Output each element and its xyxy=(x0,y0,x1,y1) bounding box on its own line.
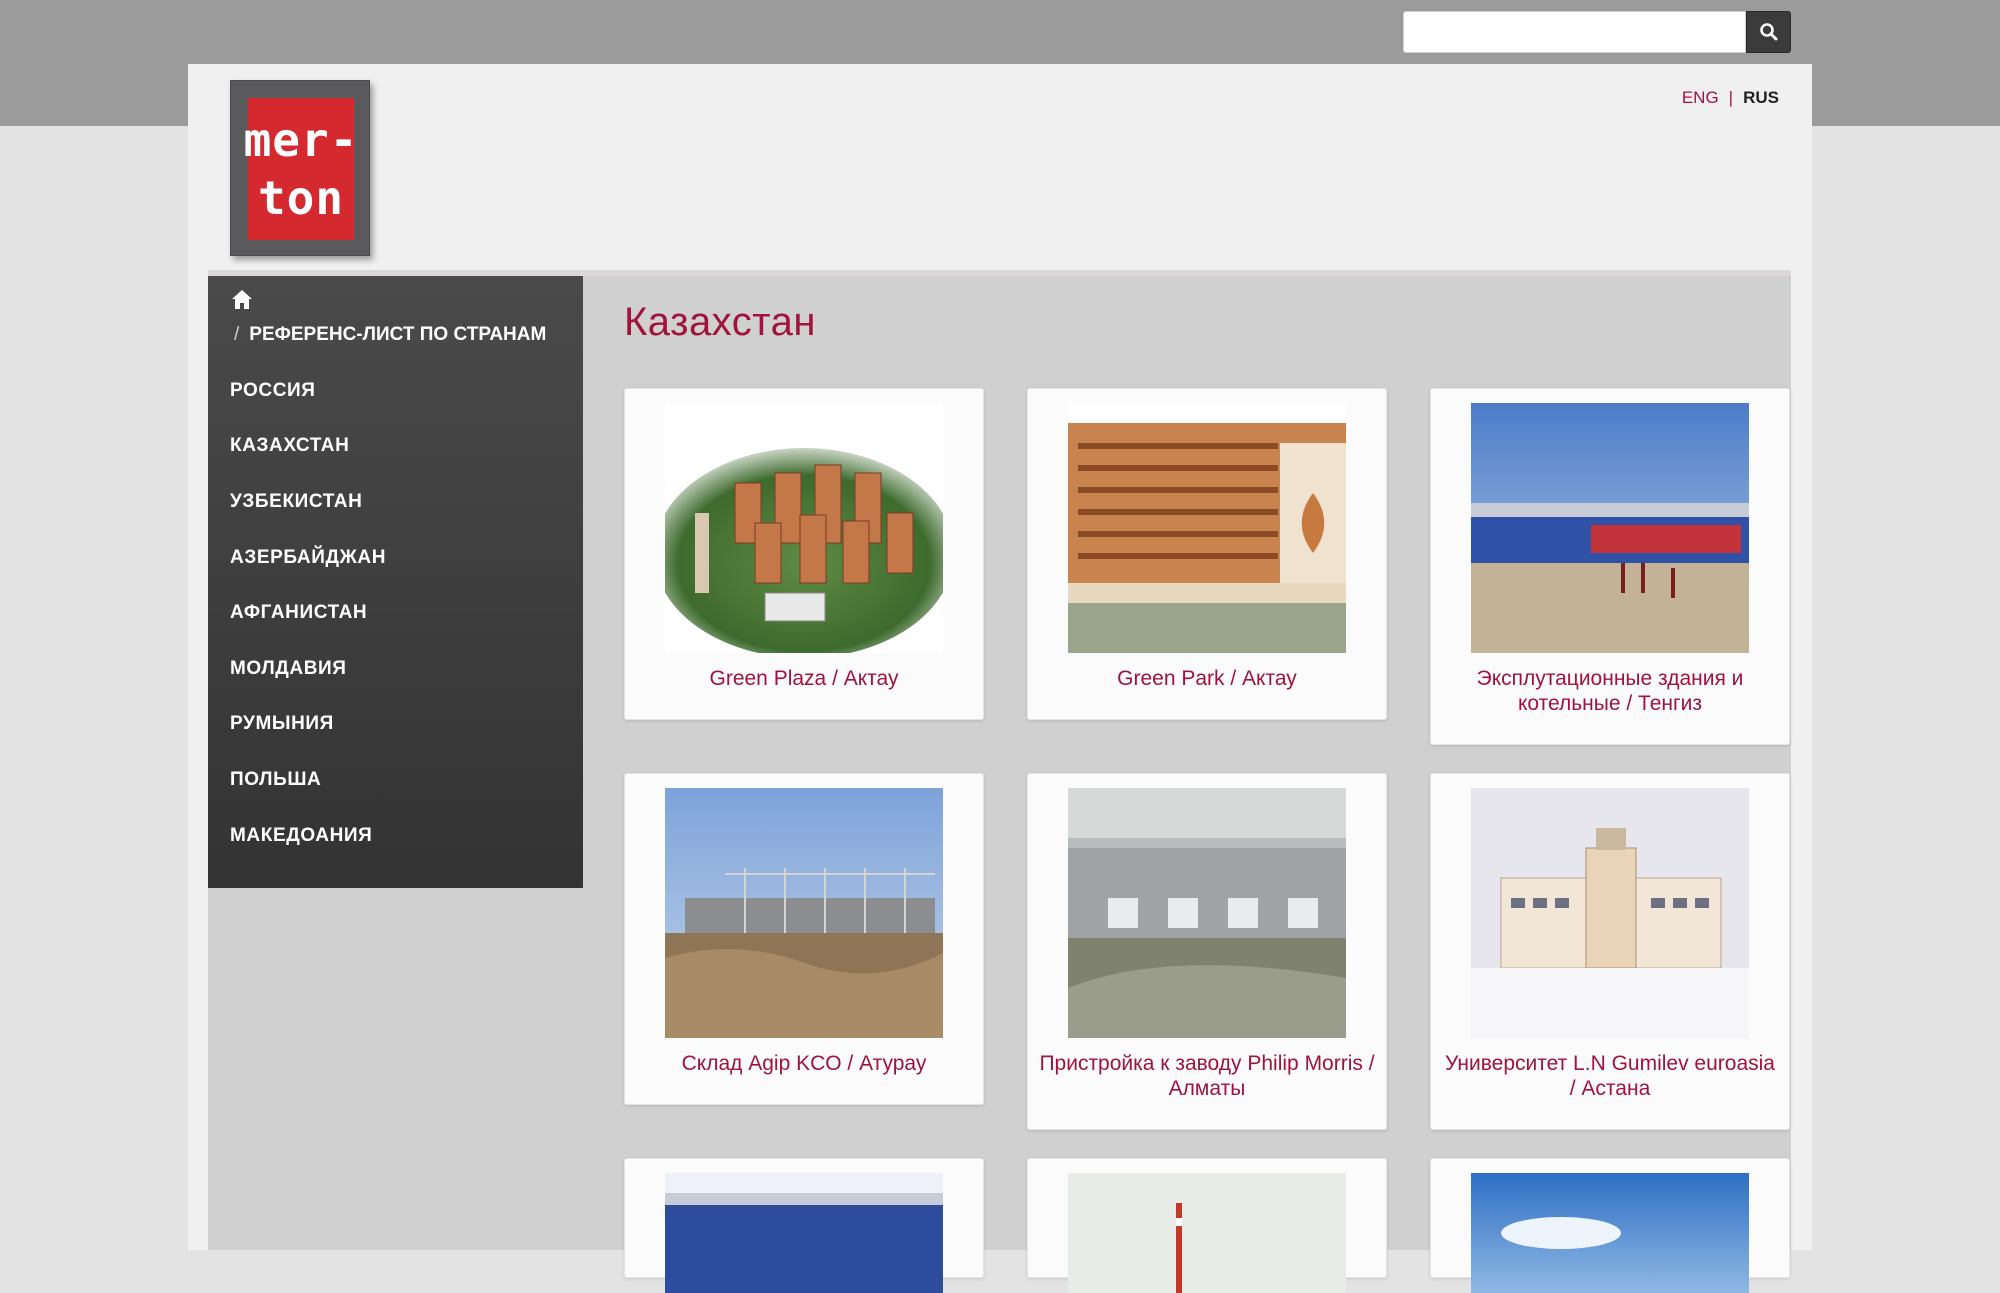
brand-logo[interactable]: mer- ton xyxy=(230,80,370,256)
project-card[interactable] xyxy=(1430,1158,1790,1293)
lang-separator: | xyxy=(1728,88,1734,107)
project-image xyxy=(1471,1173,1749,1293)
project-image xyxy=(1471,788,1749,1038)
project-image xyxy=(665,788,943,1038)
page-container: mer- ton ENG | RUS / РЕФЕРЕНС-ЛИСТ ПО СТРАН… xyxy=(188,64,1812,1293)
project-card[interactable]: Green Plaza / Актау xyxy=(624,388,984,720)
search-input[interactable] xyxy=(1403,11,1746,53)
project-image xyxy=(1471,403,1749,653)
project-caption: Пристройка к заводу Philip Morris / Алма… xyxy=(1039,1052,1375,1100)
project-caption: Green Park / Актау xyxy=(1117,667,1297,690)
logo-text-line2: ton xyxy=(257,171,345,225)
project-image xyxy=(1068,1173,1346,1293)
language-switcher: ENG | RUS xyxy=(1682,88,1779,108)
project-card[interactable]: Green Park / Актау xyxy=(1027,388,1387,720)
logo-text-line1: mer- xyxy=(243,113,359,167)
search-button[interactable] xyxy=(1746,11,1791,53)
project-grid: Green Plaza / Актау Green Park / Актау Э… xyxy=(208,276,1791,1293)
project-card[interactable]: Университет L.N Gumilev euroasia / Астан… xyxy=(1430,773,1790,1130)
lang-eng-link[interactable]: ENG xyxy=(1682,88,1719,107)
project-card[interactable]: Пристройка к заводу Philip Morris / Алма… xyxy=(1027,773,1387,1130)
lang-rus-link[interactable]: RUS xyxy=(1743,88,1779,107)
project-card[interactable]: Склад Agip KCO / Атурау xyxy=(624,773,984,1105)
project-card[interactable]: Эксплутационные здания и котельные / Тен… xyxy=(1430,388,1790,745)
search-icon xyxy=(1759,23,1777,41)
content-area: / РЕФЕРЕНС-ЛИСТ ПО СТРАНАМ РОССИЯ КАЗАХСТ… xyxy=(208,276,1791,1293)
project-image xyxy=(665,403,943,653)
logo-mark: mer- ton xyxy=(244,98,357,240)
project-image xyxy=(1068,788,1346,1038)
project-image xyxy=(665,1173,943,1293)
project-caption: Эксплутационные здания и котельные / Тен… xyxy=(1476,667,1744,715)
project-caption: Green Plaza / Актау xyxy=(709,667,899,690)
project-card[interactable] xyxy=(624,1158,984,1293)
project-caption: Склад Agip KCO / Атурау xyxy=(681,1052,927,1075)
project-card[interactable] xyxy=(1027,1158,1387,1293)
project-caption: Университет L.N Gumilev euroasia / Астан… xyxy=(1445,1052,1775,1100)
search-bar xyxy=(1403,11,1791,53)
project-image xyxy=(1068,403,1346,653)
